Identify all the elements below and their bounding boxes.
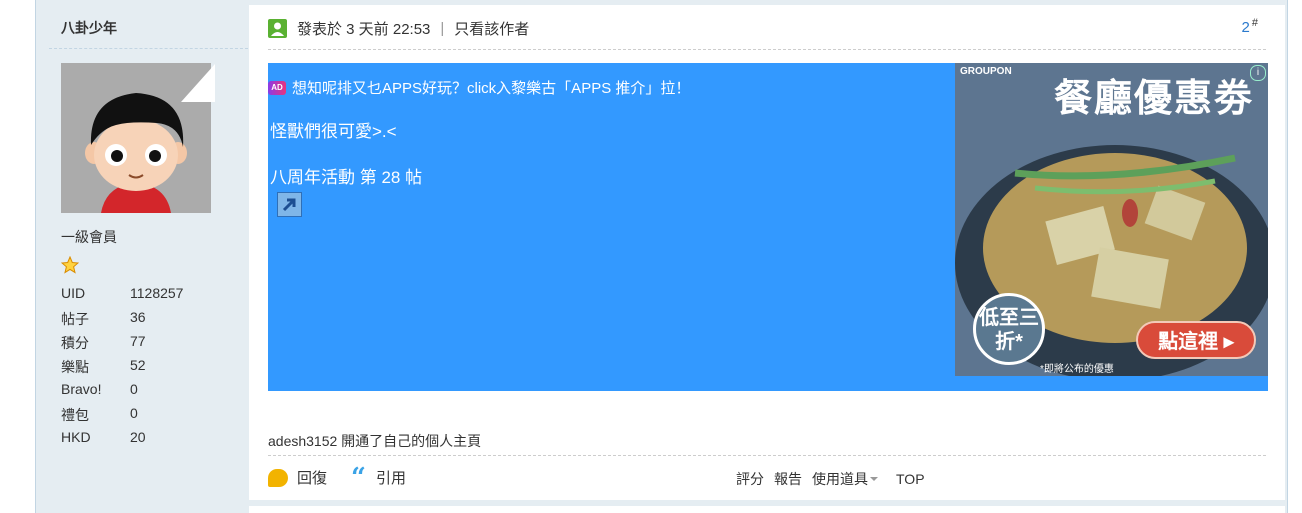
stat-value: 0 xyxy=(130,405,138,421)
user-online-icon xyxy=(268,18,287,38)
rate-button[interactable]: 評分 xyxy=(736,469,764,489)
stat-label: HKD xyxy=(61,429,91,445)
author-username[interactable]: 八卦少年 xyxy=(61,18,117,38)
banner-ad-title: 餐廳優惠劵 xyxy=(1053,78,1254,120)
next-post-edge xyxy=(249,506,1285,513)
stat-value: 77 xyxy=(130,333,146,349)
author-level[interactable]: 一級會員 xyxy=(61,227,117,247)
quote-icon[interactable]: “ xyxy=(351,465,366,491)
floor-number[interactable]: 2 # xyxy=(1242,17,1258,36)
groupon-logo: GROUPON xyxy=(960,66,1012,77)
stat-row: 禮包 0 xyxy=(61,405,183,429)
reply-button[interactable]: 回復 xyxy=(297,467,327,488)
floor-number-value[interactable]: 2 xyxy=(1242,19,1250,36)
post-message-line2: 八周年活動 第 28 帖 xyxy=(270,168,423,187)
avatar-pointer xyxy=(181,64,215,102)
post-timestamp: 發表於 3 天前 22:53 xyxy=(297,20,431,38)
header-divider xyxy=(268,49,1266,50)
stat-row: HKD 20 xyxy=(61,429,183,453)
sidebar-divider xyxy=(49,48,248,49)
floor-mark: # xyxy=(1251,17,1258,29)
post-actions-left: 回復 “ 引用 xyxy=(268,465,406,491)
quote-button[interactable]: 引用 xyxy=(376,467,406,488)
post-message-line1: 怪獸們很可愛>.< xyxy=(270,122,397,141)
stat-value[interactable]: 36 xyxy=(130,309,146,333)
only-author-link[interactable]: 只看該作者 xyxy=(454,18,529,39)
stat-label: 帖子 xyxy=(61,311,89,327)
stat-value: 20 xyxy=(130,429,146,445)
star-icon xyxy=(60,255,81,276)
activity-note: adesh3152 開通了自己的個人主頁 xyxy=(268,431,481,451)
activity-divider xyxy=(268,455,1266,456)
header-separator: | xyxy=(440,19,445,37)
ad-badge-icon: AD xyxy=(268,80,286,95)
activity-text: 開通了自己的個人主頁 xyxy=(337,433,482,449)
post-content: 發表於 3 天前 22:53 | 只看該作者 2 # AD 想知呢排又乜APPS好… xyxy=(249,5,1285,500)
stat-row: Bravo! 0 xyxy=(61,381,183,405)
banner-ad-footnote: *即將公布的優惠 xyxy=(1040,364,1114,375)
banner-ad-cta-button[interactable]: 點這裡 ▸ xyxy=(1136,321,1256,359)
stat-row: 積分 77 xyxy=(61,333,183,357)
stat-value: 52 xyxy=(130,357,146,373)
post-body-selected: AD 想知呢排又乜APPS好玩？click入黎樂古「APPS 推介」拉！ 怪獸們… xyxy=(268,63,1268,391)
stat-label: 積分 xyxy=(61,335,89,351)
banner-ad-promo: 低至三折* xyxy=(973,293,1045,365)
stat-label: UID xyxy=(61,285,86,301)
text-ad-link[interactable]: AD 想知呢排又乜APPS好玩？click入黎樂古「APPS 推介」拉！ xyxy=(268,77,690,98)
use-tools-button[interactable]: 使用道具 xyxy=(812,469,868,489)
stat-label: 禮包 xyxy=(61,407,89,423)
reply-icon[interactable] xyxy=(268,468,288,487)
stat-label: 樂點 xyxy=(61,359,89,375)
stat-row: 樂點 52 xyxy=(61,357,183,381)
stat-value[interactable]: 1128257 xyxy=(130,285,183,309)
author-stats: UID 1128257 帖子 36 積分 77 樂點 52 Bravo! 0 禮包 0 HK… xyxy=(61,285,183,453)
banner-ad[interactable]: GROUPON i 餐廳優惠劵 低至三折* 點這裡 ▸ *即將公布的優惠 xyxy=(955,63,1268,376)
post-actions-right: 評分 報告 使用道具 TOP xyxy=(736,469,935,489)
chevron-down-icon[interactable] xyxy=(870,477,878,481)
activity-user-link[interactable]: adesh3152 xyxy=(268,433,337,449)
top-button[interactable]: TOP xyxy=(896,471,925,487)
post-header: 發表於 3 天前 22:53 | 只看該作者 xyxy=(268,15,529,41)
text-ad-label[interactable]: 想知呢排又乜APPS好玩？click入黎樂古「APPS 推介」拉！ xyxy=(292,77,690,98)
author-sidebar: 八卦少年 一級會員 UID 1128257 帖子 36 積分 77 樂點 52 Brav… xyxy=(35,0,248,513)
stat-row: 帖子 36 xyxy=(61,309,183,333)
report-button[interactable]: 報告 xyxy=(774,469,802,489)
stat-label: Bravo! xyxy=(61,381,102,397)
external-link-icon[interactable] xyxy=(277,192,302,217)
stat-row: UID 1128257 xyxy=(61,285,183,309)
stat-value: 0 xyxy=(130,381,138,397)
